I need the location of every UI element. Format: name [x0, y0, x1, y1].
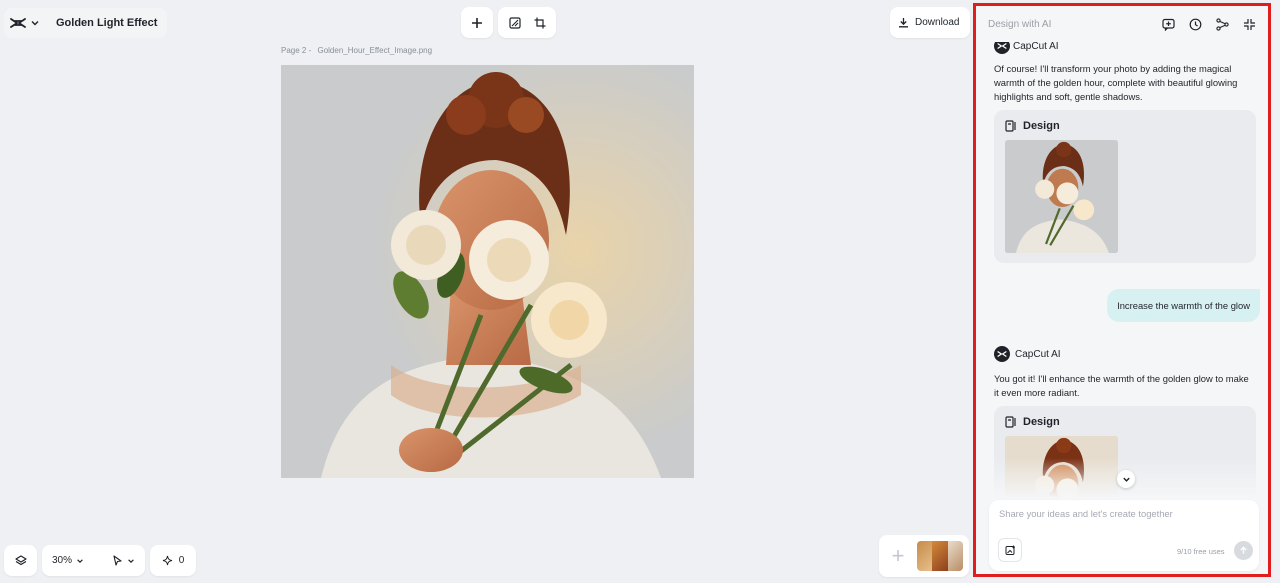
zoom-dropdown[interactable]: 30%: [52, 555, 84, 566]
download-label: Download: [915, 17, 960, 28]
resize-icon[interactable]: [508, 16, 521, 29]
chevron-down-icon: [76, 557, 84, 565]
prompt-composer: 9/10 free uses: [989, 500, 1259, 571]
pointer-icon: [112, 555, 123, 566]
ai-credits-button[interactable]: 0: [150, 545, 196, 576]
add-button[interactable]: [461, 7, 493, 38]
send-button[interactable]: [1234, 541, 1253, 560]
design-card-label: Design: [1023, 416, 1060, 428]
add-page-button[interactable]: +: [885, 541, 911, 571]
arrow-up-icon: [1240, 546, 1247, 554]
page-thumbnails[interactable]: [917, 541, 963, 571]
share-icon[interactable]: [1215, 17, 1229, 31]
page-thumbnail[interactable]: [917, 541, 933, 571]
ai-message-text: You got it! I'll enhance the warmth of t…: [994, 373, 1249, 398]
chevron-down-icon[interactable]: [30, 18, 40, 28]
crop-icon[interactable]: [534, 17, 546, 29]
design-icon: [1005, 120, 1017, 132]
credits-count: 0: [178, 555, 185, 566]
design-thumbnail[interactable]: [1005, 140, 1118, 253]
chat-thread[interactable]: CapCut AI Of course! I'll transform your…: [976, 32, 1268, 498]
ai-message-header: CapCut AI: [994, 346, 1061, 362]
design-result-card[interactable]: Design: [994, 110, 1256, 263]
design-card-header: Design: [1005, 120, 1245, 132]
scroll-to-bottom-button[interactable]: [1117, 470, 1135, 488]
design-with-ai-panel: Design with AI CapCut AI Of course! I'll…: [973, 3, 1271, 577]
user-message: Increase the warmth of the glow: [1107, 289, 1260, 322]
canvas-tools: [498, 7, 556, 38]
page-thumbnail[interactable]: [932, 541, 948, 571]
history-icon[interactable]: [1188, 17, 1202, 31]
ai-message-text: Of course! I'll transform your photo by …: [994, 63, 1238, 102]
canvas-image[interactable]: [281, 65, 694, 478]
ai-name: CapCut AI: [1013, 40, 1059, 52]
chevron-down-icon: [1122, 475, 1131, 484]
zoom-controls: 30%: [42, 545, 145, 576]
capcut-logo-icon[interactable]: [10, 17, 26, 29]
file-name: Golden_Hour_Effect_Image.png: [317, 46, 433, 55]
zoom-value: 30%: [52, 555, 73, 566]
design-preview-image: [1005, 140, 1118, 253]
image-upload-icon: [1005, 545, 1015, 555]
collapse-icon[interactable]: [1242, 17, 1256, 31]
capcut-ai-avatar: [994, 346, 1010, 362]
download-button[interactable]: Download: [890, 7, 970, 38]
design-card-label: Design: [1023, 120, 1060, 132]
pointer-tool-dropdown[interactable]: [112, 555, 135, 566]
plus-icon: [471, 17, 483, 29]
ai-name: CapCut AI: [1015, 348, 1061, 360]
layers-button[interactable]: [4, 545, 37, 576]
download-icon: [898, 17, 909, 28]
page-thumbnail[interactable]: [947, 541, 963, 571]
panel-header: Design with AI: [976, 6, 1268, 42]
page-label: Page 2 - Golden_Hour_Effect_Image.png: [281, 46, 432, 55]
project-title[interactable]: Golden Light Effect: [56, 17, 157, 29]
layers-icon: [14, 554, 27, 567]
page-number: Page 2 -: [281, 46, 312, 55]
portrait-photo: [281, 65, 694, 478]
design-icon: [1005, 416, 1017, 428]
new-chat-icon[interactable]: [1161, 17, 1175, 31]
app-menu[interactable]: Golden Light Effect: [4, 8, 168, 38]
design-card-header: Design: [1005, 416, 1245, 428]
attach-image-button[interactable]: [998, 538, 1022, 562]
free-uses-counter: 9/10 free uses: [1177, 547, 1225, 556]
prompt-input[interactable]: [999, 508, 1249, 519]
pages-strip: +: [879, 535, 969, 577]
chevron-down-icon: [127, 557, 135, 565]
panel-title: Design with AI: [988, 18, 1052, 30]
sparkle-icon: [162, 555, 173, 566]
